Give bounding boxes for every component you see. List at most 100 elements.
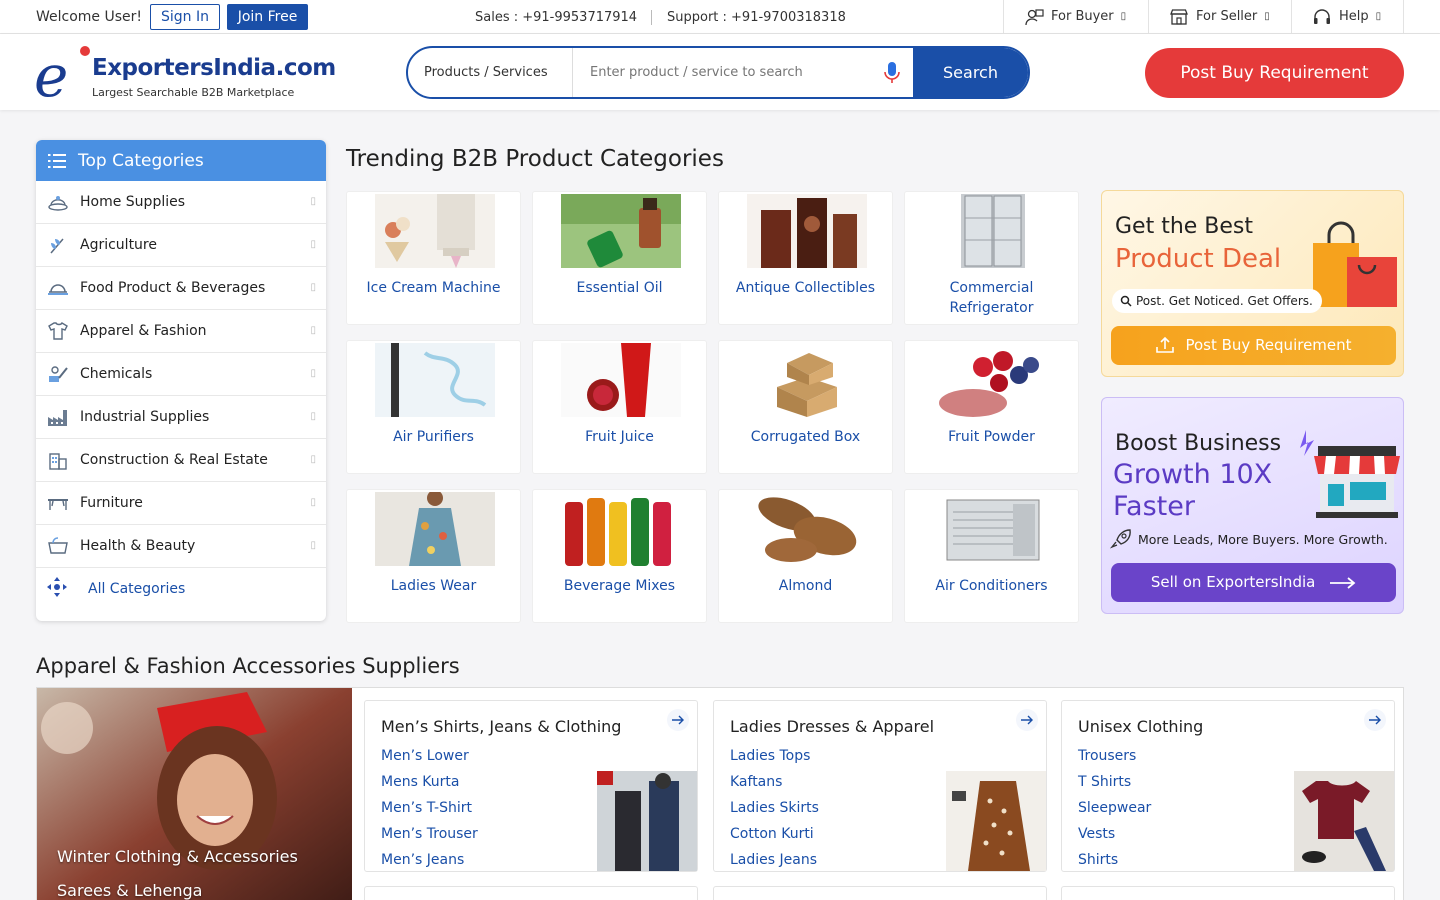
- category-furniture[interactable]: Furniture ▯: [36, 482, 326, 525]
- apparel-hero-banner[interactable]: Winter Clothing & Accessories Sarees & L…: [37, 688, 352, 900]
- main-header: e ExportersIndia.com Largest Searchable …: [0, 34, 1440, 110]
- product-image: [561, 492, 681, 566]
- subcategory-title[interactable]: Ladies Dresses & Apparel: [730, 717, 934, 736]
- tile-antique-collectibles[interactable]: Antique Collectibles: [718, 191, 893, 325]
- subcategory-link[interactable]: Trousers: [1078, 747, 1151, 773]
- subcategory-link[interactable]: Mens Kurta: [381, 773, 478, 799]
- subcategory-card-mens: Men’s Shirts, Jeans & Clothing Men’s Low…: [364, 700, 698, 872]
- subcategory-title[interactable]: Men’s Shirts, Jeans & Clothing: [381, 717, 621, 736]
- top-strip: Welcome User! Sign In Join Free Sales : …: [0, 0, 1440, 34]
- category-home-supplies[interactable]: Home Supplies ▯: [36, 181, 326, 224]
- search-category-select[interactable]: Products / Services: [408, 48, 573, 97]
- subcategory-title[interactable]: Unisex Clothing: [1078, 717, 1203, 736]
- arrow-right-icon[interactable]: [1364, 709, 1386, 731]
- hero-link-winter-clothing[interactable]: Winter Clothing & Accessories: [57, 847, 298, 866]
- category-label: Food Product & Beverages: [80, 280, 266, 296]
- category-apparel-fashion[interactable]: Apparel & Fashion ▯: [36, 310, 326, 353]
- tile-fruit-powder[interactable]: Fruit Powder: [904, 340, 1079, 474]
- site-logo[interactable]: e ExportersIndia.com Largest Searchable …: [34, 42, 336, 104]
- all-categories-label: All Categories: [88, 581, 186, 597]
- help-menu[interactable]: Help ▯: [1291, 0, 1404, 33]
- post-buy-requirement-button[interactable]: Post Buy Requirement: [1145, 48, 1404, 98]
- sell-on-exportersindia-button[interactable]: Sell on ExportersIndia: [1111, 563, 1396, 602]
- top-categories-header: Top Categories: [36, 140, 326, 181]
- search-input[interactable]: [574, 48, 874, 97]
- category-chemicals[interactable]: Chemicals ▯: [36, 353, 326, 396]
- tile-air-conditioners[interactable]: Air Conditioners: [904, 489, 1079, 623]
- all-categories-link[interactable]: All Categories: [36, 568, 326, 610]
- sign-in-button[interactable]: Sign In: [150, 4, 220, 30]
- tile-label: Essential Oil: [576, 280, 663, 296]
- arrow-right-icon[interactable]: [1016, 709, 1038, 731]
- buyer-icon: [1025, 8, 1044, 25]
- microphone-icon[interactable]: [884, 61, 900, 85]
- boost-business-card: Boost Business Growth 10X Faster More Le…: [1101, 397, 1404, 614]
- tile-label: Corrugated Box: [750, 429, 861, 445]
- category-label: Home Supplies: [80, 194, 186, 210]
- category-label: Health & Beauty: [80, 538, 196, 554]
- tile-almond[interactable]: Almond: [718, 489, 893, 623]
- building-icon: [46, 448, 70, 472]
- product-image: [747, 343, 867, 417]
- search-button[interactable]: Search: [913, 48, 1028, 97]
- product-image: [933, 194, 1053, 268]
- subcategory-link[interactable]: Men’s Trouser: [381, 825, 478, 851]
- subcategory-link[interactable]: Vests: [1078, 825, 1151, 851]
- category-construction[interactable]: Construction & Real Estate ▯: [36, 439, 326, 482]
- arrow-right-icon[interactable]: [667, 709, 689, 731]
- subcategory-link[interactable]: Men’s Jeans: [381, 851, 478, 877]
- deal-post-requirement-button[interactable]: Post Buy Requirement: [1111, 326, 1396, 365]
- tile-label: Ladies Wear: [390, 578, 477, 594]
- category-industrial-supplies[interactable]: Industrial Supplies ▯: [36, 396, 326, 439]
- for-buyer-menu[interactable]: For Buyer ▯: [1003, 0, 1148, 33]
- boost-line-1: Boost Business: [1115, 431, 1282, 456]
- subcategory-link[interactable]: Men’s Lower: [381, 747, 478, 773]
- subcategory-link[interactable]: Kaftans: [730, 773, 819, 799]
- subcategory-link[interactable]: Sleepwear: [1078, 799, 1151, 825]
- subcategory-image: [946, 771, 1046, 871]
- subcategory-link[interactable]: Ladies Skirts: [730, 799, 819, 825]
- health-icon: [46, 534, 70, 558]
- category-label: Industrial Supplies: [80, 409, 210, 425]
- tile-commercial-refrigerator[interactable]: Commercial Refrigerator: [904, 191, 1079, 325]
- tile-air-purifiers[interactable]: Air Purifiers: [346, 340, 521, 474]
- subcategory-link[interactable]: Shirts: [1078, 851, 1151, 877]
- tile-beverage-mixes[interactable]: Beverage Mixes: [532, 489, 707, 623]
- join-free-button[interactable]: Join Free: [227, 4, 308, 30]
- search-icon: [1120, 295, 1132, 307]
- product-image: [747, 492, 867, 566]
- chevron-right-icon: ▯: [310, 282, 316, 293]
- subcategory-link[interactable]: Ladies Tops: [730, 747, 819, 773]
- subcategory-link[interactable]: Ladies Jeans: [730, 851, 819, 877]
- product-image: [747, 194, 867, 268]
- chevron-right-icon: ▯: [310, 239, 316, 250]
- subcategory-link[interactable]: T Shirts: [1078, 773, 1151, 799]
- tile-corrugated-box[interactable]: Corrugated Box: [718, 340, 893, 474]
- headset-icon: [1314, 8, 1330, 24]
- chevron-right-icon: ▯: [310, 368, 316, 379]
- tile-ladies-wear[interactable]: Ladies Wear: [346, 489, 521, 623]
- chevron-down-icon: ▯: [1264, 11, 1270, 22]
- factory-icon: [46, 405, 70, 429]
- chevron-right-icon: ▯: [310, 454, 316, 465]
- deal-line-2: Product Deal: [1115, 244, 1282, 274]
- category-health-beauty[interactable]: Health & Beauty ▯: [36, 525, 326, 568]
- tile-label: Fruit Juice: [585, 429, 654, 445]
- tile-essential-oil[interactable]: Essential Oil: [532, 191, 707, 325]
- tile-label: Almond: [778, 578, 833, 594]
- subcategory-link[interactable]: Cotton Kurti: [730, 825, 819, 851]
- tile-fruit-juice[interactable]: Fruit Juice: [532, 340, 707, 474]
- help-label: Help: [1339, 9, 1369, 24]
- tile-label: Commercial Refrigerator: [949, 280, 1034, 316]
- subcategory-card-ladies: Ladies Dresses & Apparel Ladies Tops Kaf…: [713, 700, 1047, 872]
- tile-ice-cream-machine[interactable]: Ice Cream Machine: [346, 191, 521, 325]
- category-agriculture[interactable]: Agriculture ▯: [36, 224, 326, 267]
- list-icon: [48, 153, 66, 168]
- subcategory-link[interactable]: Men’s T-Shirt: [381, 799, 478, 825]
- category-food-beverages[interactable]: Food Product & Beverages ▯: [36, 267, 326, 310]
- category-label: Construction & Real Estate: [80, 452, 268, 468]
- for-seller-menu[interactable]: For Seller ▯: [1148, 0, 1291, 33]
- for-buyer-label: For Buyer: [1051, 9, 1114, 24]
- hero-link-sarees[interactable]: Sarees & Lehenga: [57, 881, 202, 900]
- tile-label: Air Conditioners: [935, 578, 1048, 594]
